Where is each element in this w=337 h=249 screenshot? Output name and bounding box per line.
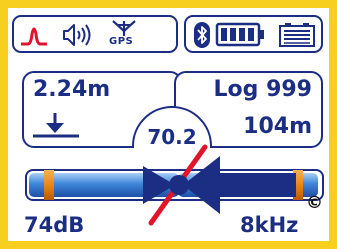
direction-arrow (183, 156, 296, 214)
mode-status-panel: GPS (12, 15, 178, 53)
log-label: Log 999 (213, 77, 312, 102)
locator-screen: GPS 2.24m Log 999 104m 70.2 74dB 8kHz © (8, 8, 329, 241)
gauge-value: 70.2 (147, 125, 197, 149)
bluetooth-icon[interactable] (194, 22, 210, 48)
depth-value: 2.24m (33, 77, 111, 102)
battery-icon (215, 22, 264, 47)
power-status-panel (184, 15, 323, 53)
signal-bar-cap-left (44, 170, 54, 200)
signal-db: 74dB (24, 213, 85, 237)
log-distance: 104m (243, 114, 312, 139)
depth-marker-icon (33, 113, 79, 138)
copyright-mark: © (306, 193, 323, 213)
speaker-volume-icon[interactable] (58, 22, 96, 48)
peak-mode-icon[interactable] (19, 22, 49, 48)
gps-label: GPS (109, 36, 134, 47)
storage-battery-icon (279, 23, 315, 47)
frequency: 8kHz (240, 213, 299, 237)
gps-antenna-icon (112, 20, 136, 36)
needle-pivot (169, 175, 189, 195)
